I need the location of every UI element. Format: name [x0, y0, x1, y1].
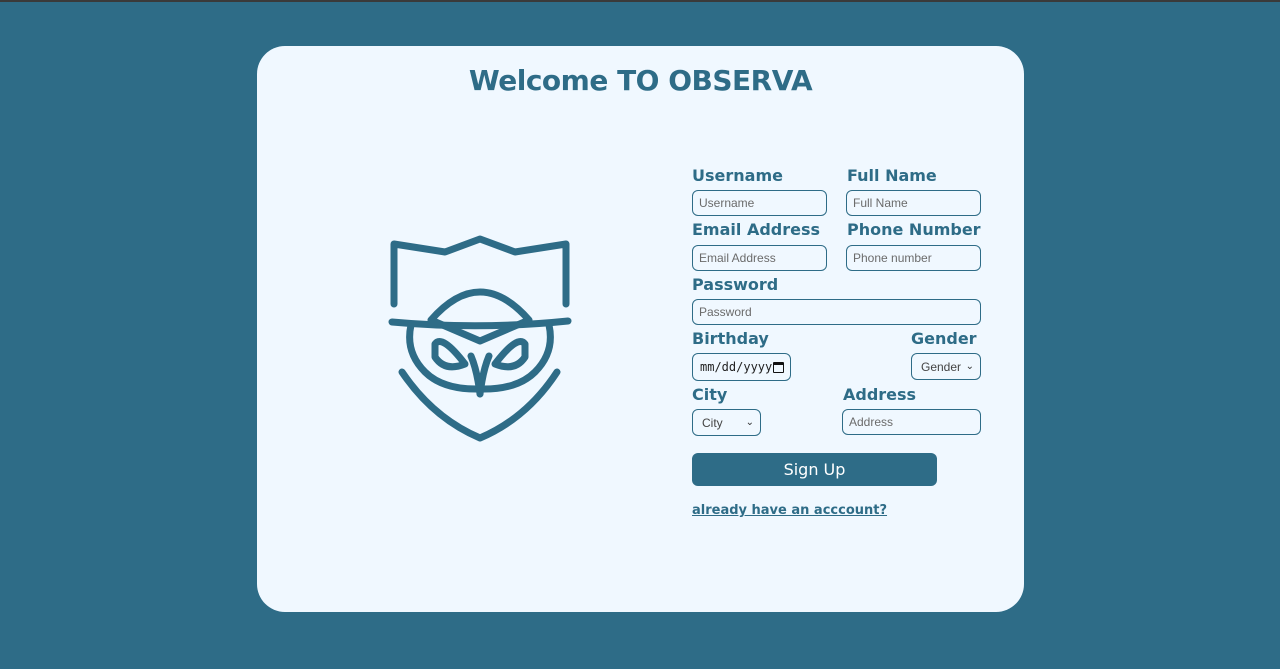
login-link[interactable]: already have an acccount? — [692, 503, 887, 518]
calendar-icon[interactable] — [773, 361, 784, 373]
gender-label: Gender — [911, 329, 977, 348]
phone-input[interactable] — [846, 245, 981, 271]
address-input[interactable] — [842, 409, 981, 435]
password-input[interactable] — [692, 299, 981, 325]
password-label: Password — [692, 275, 779, 294]
email-label: Email Address — [692, 220, 821, 239]
username-input[interactable] — [692, 190, 827, 216]
full-name-label: Full Name — [847, 166, 937, 185]
phone-label: Phone Number — [847, 220, 981, 239]
city-label: City — [692, 385, 728, 404]
signup-card: Welcome TO OBSERVA Username Full Name Em… — [257, 46, 1024, 612]
chevron-down-icon: ⌄ — [745, 417, 754, 428]
username-label: Username — [692, 166, 783, 185]
birthday-label: Birthday — [692, 329, 769, 348]
page-title: Welcome TO OBSERVA — [468, 64, 813, 97]
full-name-input[interactable] — [846, 190, 981, 216]
gender-select[interactable]: Gender ⌄ — [911, 353, 981, 380]
city-selected: City — [702, 415, 723, 430]
birthday-value: mm/dd/yyyy — [700, 360, 773, 374]
chevron-down-icon: ⌄ — [965, 361, 974, 372]
gender-selected: Gender — [921, 359, 962, 374]
email-input[interactable] — [692, 245, 827, 271]
browser-top-border — [0, 0, 1280, 2]
city-select[interactable]: City ⌄ — [692, 409, 761, 436]
owl-shield-logo-icon — [388, 235, 572, 442]
address-label: Address — [843, 385, 917, 404]
birthday-date-input[interactable]: mm/dd/yyyy — [692, 353, 791, 381]
sign-up-button[interactable]: Sign Up — [692, 453, 937, 486]
